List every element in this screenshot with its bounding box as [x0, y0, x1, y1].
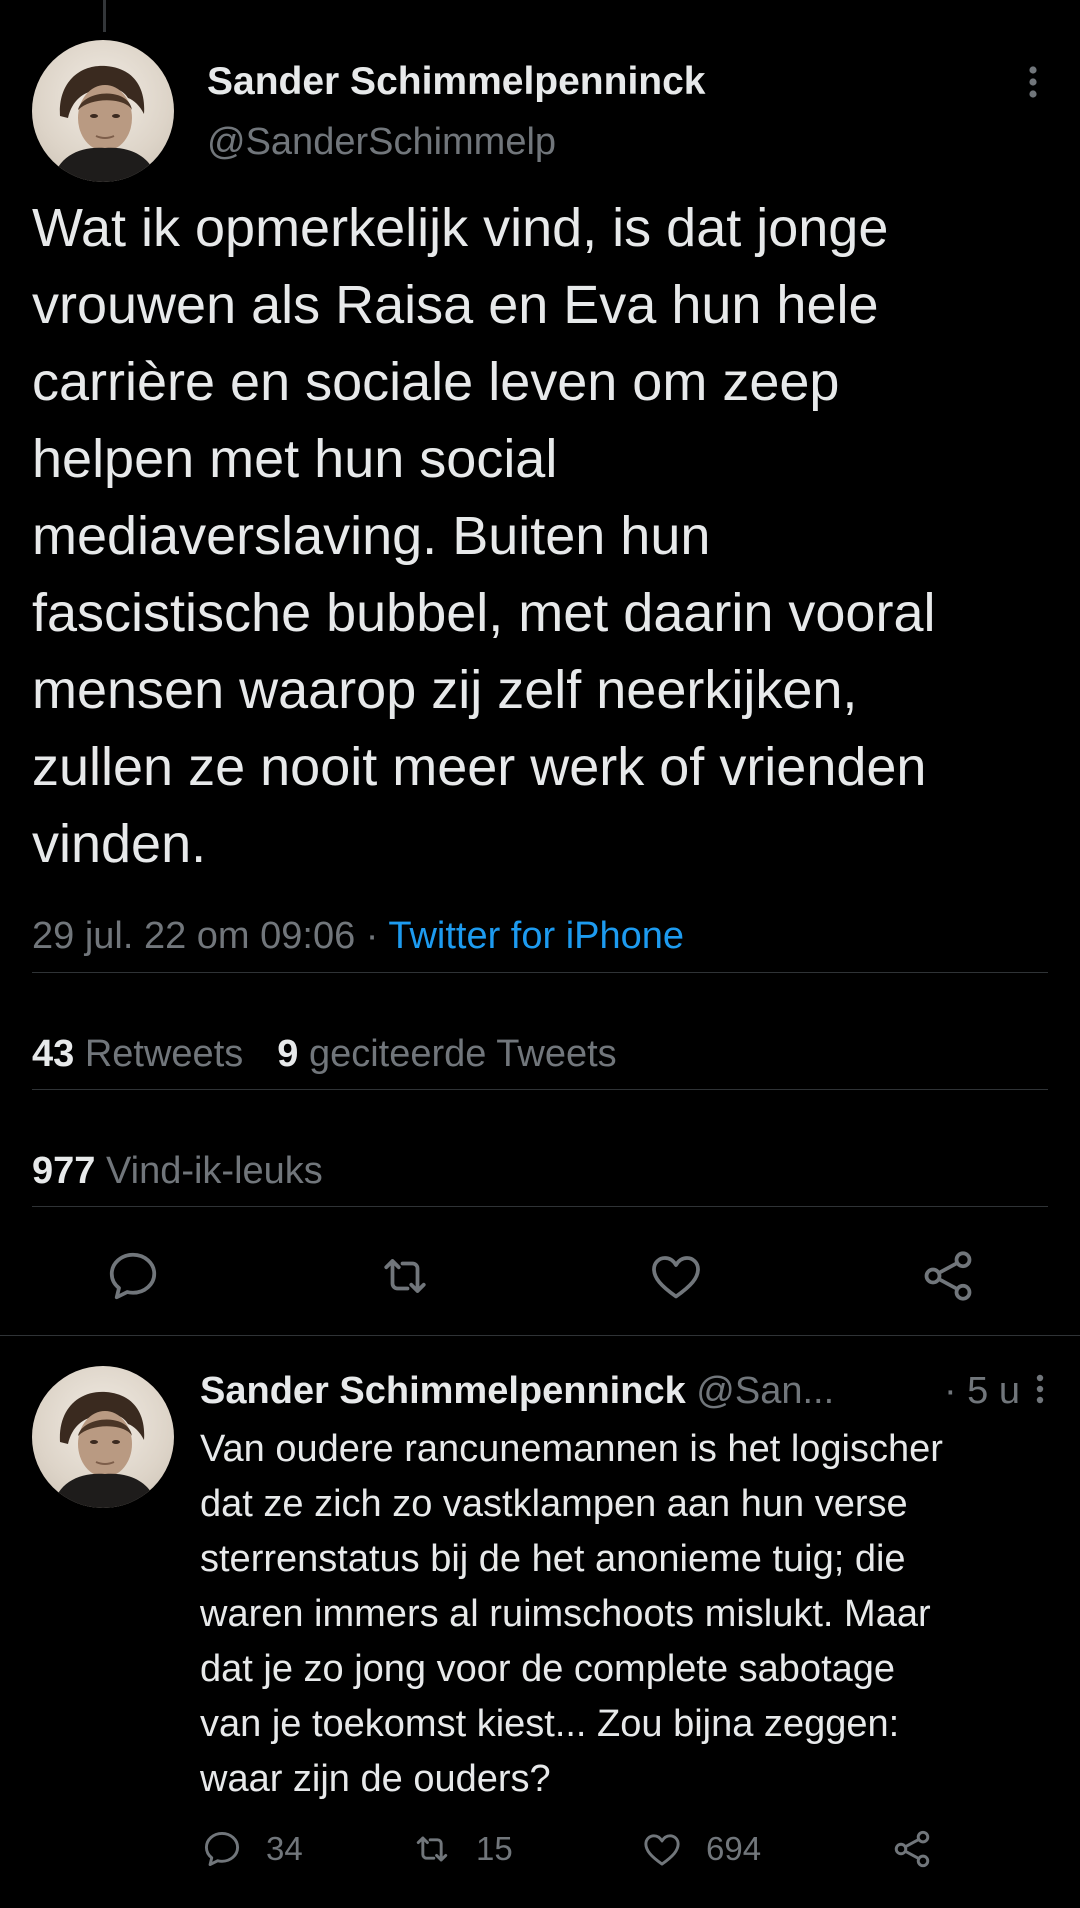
likes-count: 977 — [32, 1150, 96, 1192]
tweet-text-line: mensen waarop zij zelf neerkijken, — [32, 660, 858, 720]
retweet-count: 15 — [476, 1830, 513, 1867]
reply-time[interactable]: · 5 u — [944, 1366, 1020, 1416]
tweet-text-line: carrière en sociale leven om zeep — [32, 352, 840, 412]
avatar[interactable] — [32, 40, 174, 182]
reply-retweet-button[interactable]: 15 — [410, 1824, 513, 1874]
share-icon — [894, 1830, 930, 1868]
tweet-text: Wat ik opmerkelijk vind, is dat jonge vr… — [32, 190, 1052, 883]
tweet-text-line: helpen met hun social — [32, 429, 558, 489]
reply-author-handle[interactable]: @San... — [696, 1370, 834, 1412]
quotes-label: geciteerde Tweets — [308, 1033, 617, 1075]
tweet-source-link[interactable]: Twitter for iPhone — [388, 915, 684, 957]
tweet-text-line: fascistische bubbel, met daarin vooral — [32, 583, 936, 643]
reply-text-line: van je toekomst kiest... Zou bijna zegge… — [200, 1703, 900, 1745]
retweet-stats: 43 Retweets 9 geciteerde Tweets — [32, 1030, 617, 1078]
reply-text-line: dat ze zich zo vastklampen aan hun verse — [200, 1483, 908, 1525]
tweet-text-line: vinden. — [32, 814, 207, 874]
quote-tweets-link[interactable]: 9 geciteerde Tweets — [277, 1033, 616, 1075]
section-divider — [0, 1335, 1080, 1336]
heart-icon — [644, 1834, 680, 1866]
reply-like-button[interactable]: 694 — [640, 1824, 761, 1874]
divider — [32, 1206, 1048, 1207]
meta-separator: · — [355, 915, 389, 957]
tweet-actions — [32, 1246, 1048, 1306]
share-icon — [924, 1251, 972, 1301]
author-handle[interactable]: @SanderSchimmelp — [207, 118, 706, 166]
tweet-text-line: vrouwen als Raisa en Eva hun hele — [32, 275, 879, 335]
reply-header: Sander Schimmelpenninck @San... · 5 u — [200, 1366, 1048, 1416]
reply-text-line: dat je zo jong voor de complete sabotage — [200, 1648, 896, 1690]
likes-link[interactable]: 977 Vind-ik-leuks — [32, 1150, 323, 1192]
author-info: Sander Schimmelpenninck @SanderSchimmelp — [207, 58, 706, 166]
tweet-timestamp[interactable]: 29 jul. 22 om 09:06 — [32, 915, 355, 957]
author-name[interactable]: Sander Schimmelpenninck — [207, 58, 706, 106]
retweet-button[interactable] — [375, 1246, 435, 1306]
thread-connector-line — [103, 0, 106, 32]
share-button[interactable] — [918, 1246, 978, 1306]
tweet-text-line: Wat ik opmerkelijk vind, is dat jonge — [32, 198, 889, 258]
retweets-label: Retweets — [84, 1033, 244, 1075]
reply-actions: 34 15 694 — [200, 1824, 1060, 1874]
reply-text-line: waar zijn de ouders? — [200, 1758, 551, 1800]
reply-count: 34 — [266, 1830, 303, 1867]
tweet-text-line: zullen ze nooit meer werk of vrienden — [32, 737, 927, 797]
reply-text-line: Van oudere rancunemannen is het logische… — [200, 1428, 943, 1470]
more-vertical-icon[interactable] — [1028, 1370, 1052, 1410]
retweets-count: 43 — [32, 1033, 75, 1075]
avatar[interactable] — [32, 1366, 174, 1508]
reply-text: Van oudere rancunemannen is het logische… — [200, 1422, 1060, 1807]
reply-icon — [204, 1831, 240, 1867]
divider — [32, 1089, 1048, 1090]
quotes-count: 9 — [277, 1033, 299, 1075]
retweet-icon — [416, 1836, 448, 1862]
tweet-text-line: mediaverslaving. Buiten hun — [32, 506, 711, 566]
heart-icon — [652, 1256, 700, 1299]
reply-text-line: waren immers al ruimschoots mislukt. Maa… — [200, 1593, 931, 1635]
divider — [32, 972, 1048, 973]
likes-label: Vind-ik-leuks — [105, 1150, 323, 1192]
like-count: 694 — [706, 1830, 762, 1867]
reply-share-button[interactable] — [890, 1824, 956, 1874]
reply-text-line: sterrenstatus bij de het anonieme tuig; … — [200, 1538, 906, 1580]
more-vertical-icon[interactable] — [1018, 62, 1048, 102]
retweets-link[interactable]: 43 Retweets — [32, 1033, 243, 1075]
retweet-icon — [384, 1259, 426, 1293]
reply-button[interactable] — [103, 1246, 163, 1306]
tweet-meta: 29 jul. 22 om 09:06 · Twitter for iPhone — [32, 912, 684, 960]
reply-reply-button[interactable]: 34 — [200, 1824, 303, 1874]
reply-author-name[interactable]: Sander Schimmelpenninck — [200, 1370, 686, 1412]
likes-stats: 977 Vind-ik-leuks — [32, 1147, 323, 1195]
reply-icon — [109, 1252, 157, 1300]
like-button[interactable] — [646, 1246, 706, 1306]
